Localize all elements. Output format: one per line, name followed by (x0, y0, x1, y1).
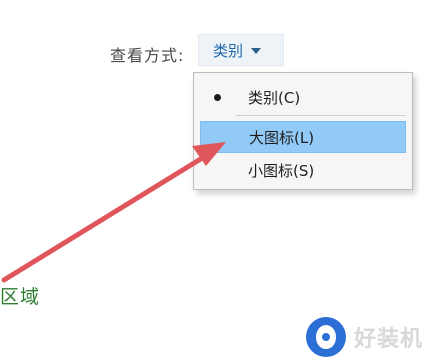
region-label: 区域 (0, 286, 41, 308)
watermark-text: 好装机 (354, 327, 424, 352)
watermark: 好装机 (306, 312, 446, 362)
annotation-arrow (1, 142, 226, 283)
watermark-logo-icon (306, 317, 346, 357)
